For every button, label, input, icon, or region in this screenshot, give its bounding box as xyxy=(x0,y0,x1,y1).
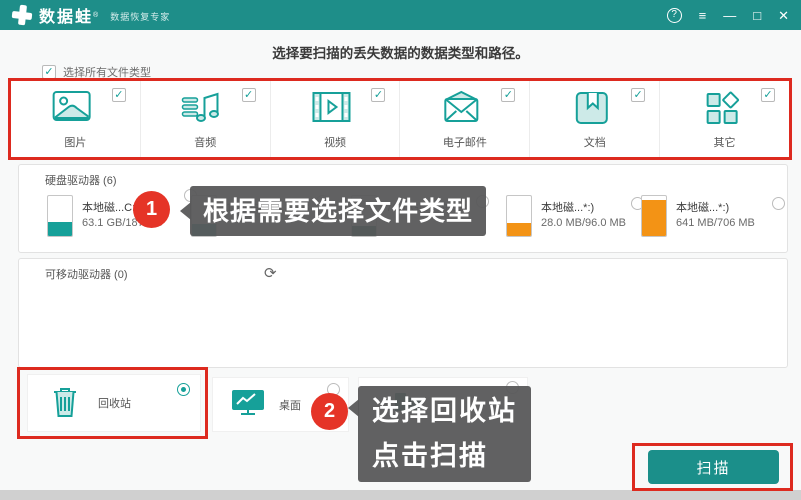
drive-icon xyxy=(506,195,532,237)
file-type-label: 视频 xyxy=(271,134,400,150)
menu-icon[interactable]: ≡ xyxy=(699,9,707,22)
app-subtitle: 数据恢复专家 xyxy=(110,10,170,23)
file-type-video[interactable]: ✓ 视频 xyxy=(271,81,401,157)
audio-icon xyxy=(180,89,224,132)
drive-5[interactable]: 本地磁...*:) 641 MB/706 MB xyxy=(641,195,789,247)
refresh-icon[interactable]: ⟳ xyxy=(264,264,277,282)
page-title: 选择要扫描的丢失数据的数据类型和路径。 xyxy=(0,42,801,62)
help-icon[interactable]: ? xyxy=(667,8,682,23)
drive-size: 28.0 MB/96.0 MB xyxy=(541,216,626,231)
file-type-label: 文档 xyxy=(530,134,659,150)
image-icon xyxy=(51,89,93,130)
other-icon xyxy=(700,89,742,132)
annotation-step2-line1: 选择回收站 xyxy=(372,389,517,434)
drive-icon xyxy=(47,195,73,237)
trash-icon xyxy=(48,383,82,424)
select-all-label: 选择所有文件类型 xyxy=(63,64,151,80)
annotation-step2-tooltip: 选择回收站 点击扫描 xyxy=(358,386,531,482)
location-label: 桌面 xyxy=(279,397,301,413)
file-type-documents[interactable]: ✓ 文档 xyxy=(530,81,660,157)
drive-c[interactable]: 本地磁...C:) 63.1 GB/187 GB xyxy=(47,195,199,247)
file-type-label: 其它 xyxy=(660,134,789,150)
drive-4[interactable]: 本地磁...*:) 28.0 MB/96.0 MB xyxy=(506,195,658,247)
hard-drives-title: 硬盘驱动器 (6) xyxy=(45,172,117,188)
removable-drives-panel: 可移动驱动器 (0) ⟳ xyxy=(18,258,788,368)
scan-button[interactable]: 扫描 xyxy=(648,450,779,484)
annotation-step1-tooltip: 根据需要选择文件类型 xyxy=(190,186,486,236)
app-window: 数据蛙 ® 数据恢复专家 ? ≡ — □ ✕ 选择要扫描的丢失数据的数据类型和路… xyxy=(0,0,801,500)
drive-radio[interactable] xyxy=(772,197,785,210)
location-recycle-bin[interactable]: 回收站 xyxy=(27,374,201,432)
maximize-icon[interactable]: □ xyxy=(753,9,761,22)
file-type-audio[interactable]: ✓ 音频 xyxy=(141,81,271,157)
audio-checkbox[interactable]: ✓ xyxy=(242,88,256,102)
app-name: 数据蛙 xyxy=(39,3,93,27)
minimize-icon[interactable]: — xyxy=(723,9,736,22)
close-icon[interactable]: ✕ xyxy=(778,9,789,22)
annotation-step2-badge: 2 xyxy=(311,393,348,430)
file-type-label: 图片 xyxy=(11,134,140,150)
drive-name: 本地磁...*:) xyxy=(676,201,755,216)
registered-mark: ® xyxy=(93,12,98,19)
annotation-step1-badge: 1 xyxy=(133,191,170,228)
file-type-label: 电子邮件 xyxy=(400,134,529,150)
file-type-email[interactable]: ✓ 电子邮件 xyxy=(400,81,530,157)
images-checkbox[interactable]: ✓ xyxy=(112,88,126,102)
email-checkbox[interactable]: ✓ xyxy=(501,88,515,102)
file-type-images[interactable]: ✓ 图片 xyxy=(11,81,141,157)
file-type-label: 音频 xyxy=(141,134,270,150)
titlebar: 数据蛙 ® 数据恢复专家 ? ≡ — □ ✕ xyxy=(0,0,801,30)
location-label: 回收站 xyxy=(98,395,131,411)
removable-drives-title: 可移动驱动器 (0) xyxy=(45,266,128,282)
document-icon xyxy=(572,89,612,132)
select-all-file-types[interactable]: ✓ 选择所有文件类型 xyxy=(42,64,151,80)
file-type-row: ✓ 图片 ✓ 音频 ✓ 视频 ✓ 电子邮件 xyxy=(11,81,789,157)
drive-icon xyxy=(641,195,667,237)
documents-checkbox[interactable]: ✓ xyxy=(631,88,645,102)
email-icon xyxy=(438,89,484,130)
drive-size: 641 MB/706 MB xyxy=(676,216,755,231)
app-logo-cross-icon xyxy=(12,5,32,25)
select-all-checkbox[interactable]: ✓ xyxy=(42,65,56,79)
annotation-step2-line2: 点击扫描 xyxy=(372,434,517,479)
recycle-radio[interactable] xyxy=(177,383,190,396)
other-checkbox[interactable]: ✓ xyxy=(761,88,775,102)
video-checkbox[interactable]: ✓ xyxy=(371,88,385,102)
window-bottom-edge xyxy=(0,490,801,500)
video-icon xyxy=(310,89,354,130)
drive-name: 本地磁...*:) xyxy=(541,201,626,216)
file-type-other[interactable]: ✓ 其它 xyxy=(660,81,789,157)
desktop-icon xyxy=(229,387,267,422)
